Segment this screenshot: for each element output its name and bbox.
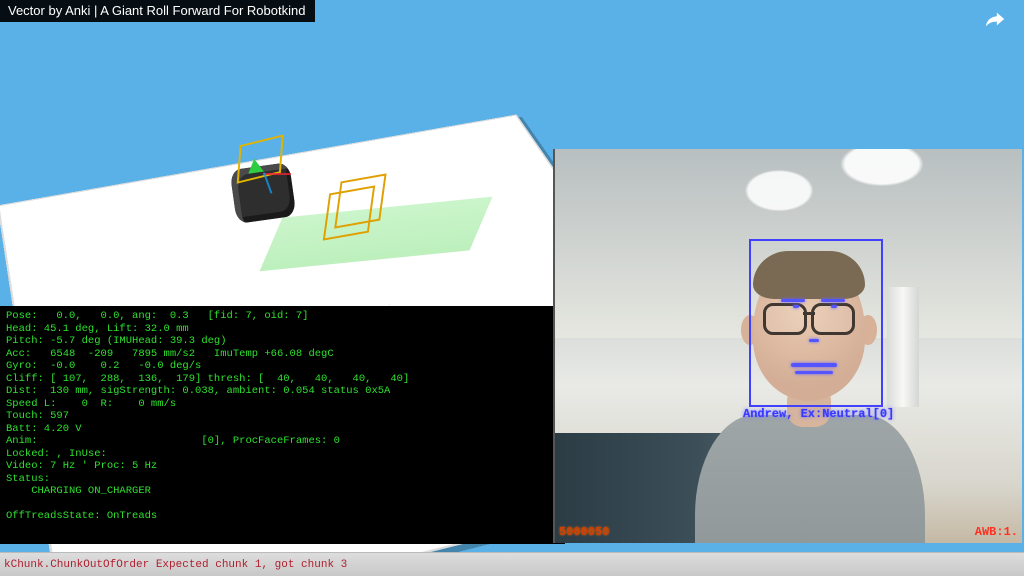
log-text: kChunk.ChunkOutOfOrder Expected chunk 1,… [4,559,347,571]
terminal-text: Pose: 0.0, 0.0, ang: 0.3 [fid: 7, oid: 7… [6,310,416,544]
face-keypoint [781,299,805,302]
log-footer: kChunk.ChunkOutOfOrder Expected chunk 1,… [0,552,1024,576]
share-icon[interactable] [984,8,1006,30]
subject-glasses [763,303,855,331]
face-label: Andrew, Ex:Neutral[0] [743,407,894,421]
face-keypoint [791,363,837,367]
axis-x [263,173,291,175]
face-keypoint [809,339,819,342]
video-title: Vector by Anki | A Giant Roll Forward Fo… [0,0,315,22]
subject-torso [695,415,925,543]
subject-hair [753,251,865,299]
video-title-text: Vector by Anki | A Giant Roll Forward Fo… [8,3,305,18]
face-keypoint [793,305,799,308]
subject [675,235,935,543]
glasses-bridge [803,312,815,315]
face-keypoint [831,305,837,308]
camera-hud-right: AWB:1. [975,525,1018,539]
robot-model [230,162,297,224]
lens-left [763,303,807,335]
face-keypoint [795,371,833,374]
camera-hud-left: 5000050 [559,525,609,539]
face-keypoint [821,299,845,302]
camera-feed: Andrew, Ex:Neutral[0] 5000050 AWB:1. [553,149,1022,543]
cube-wireframe [323,185,375,240]
debug-terminal: Pose: 0.0, 0.0, ang: 0.3 [fid: 7, oid: 7… [0,306,565,544]
video-player[interactable]: Pose: 0.0, 0.0, ang: 0.3 [fid: 7, oid: 7… [0,0,1024,576]
